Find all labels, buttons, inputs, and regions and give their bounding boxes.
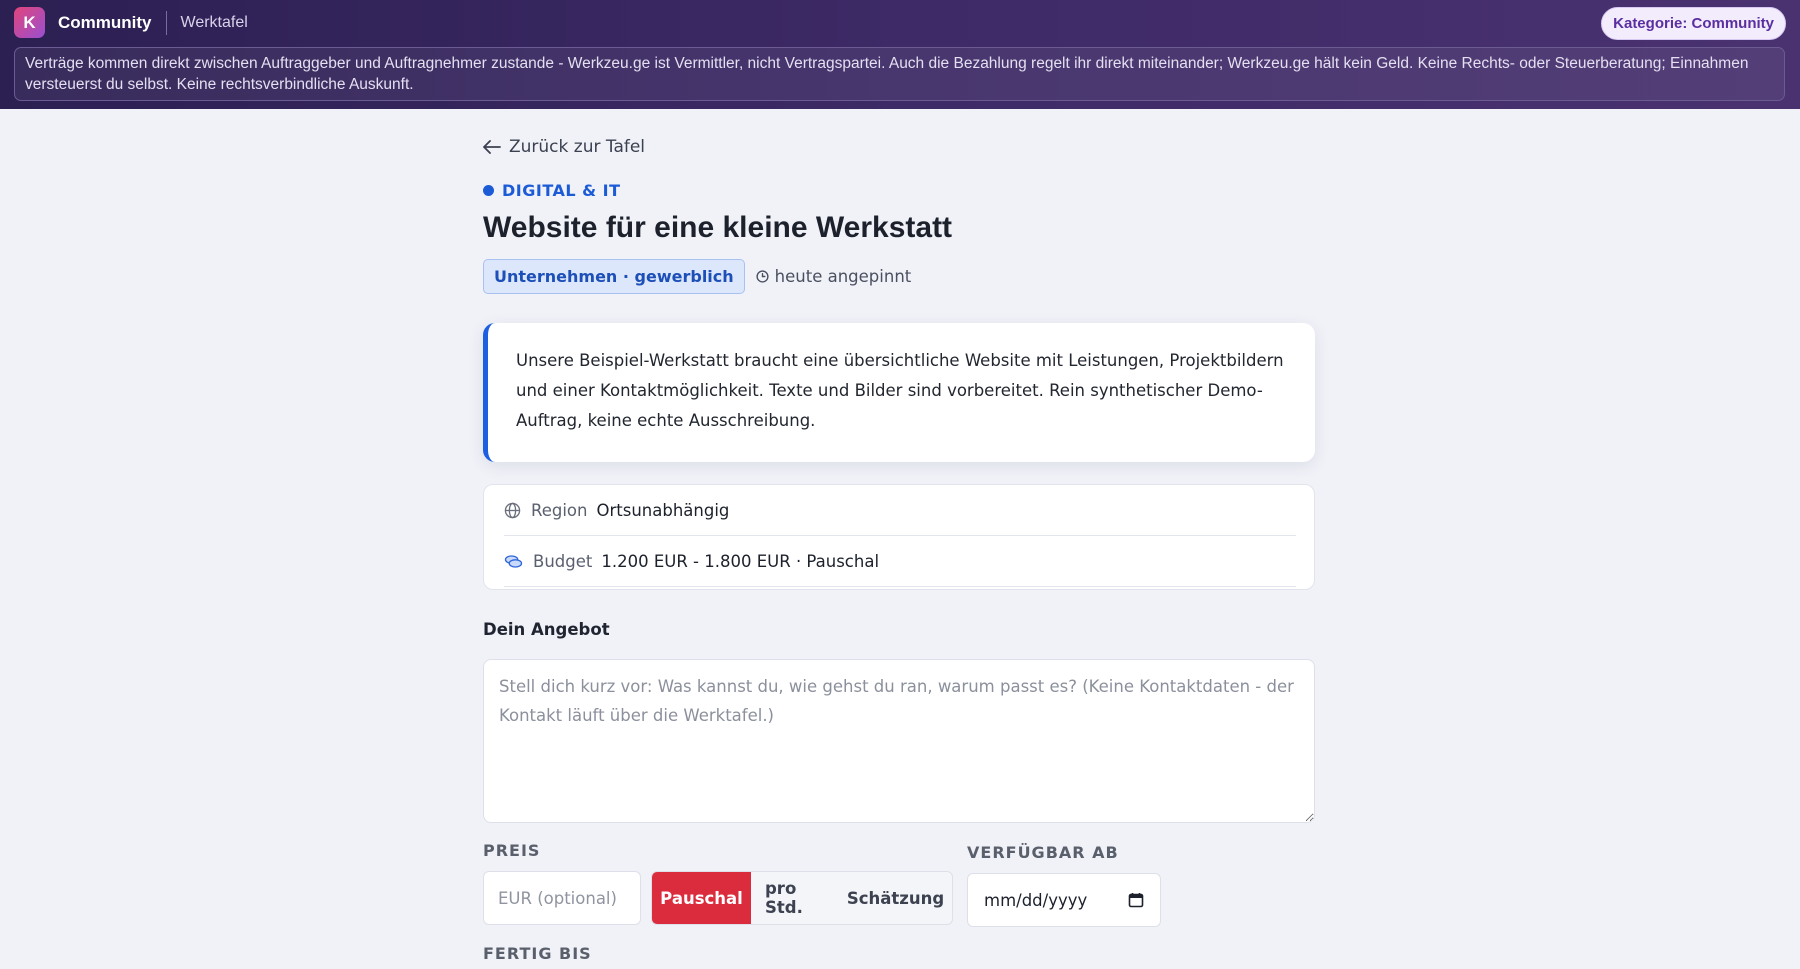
offer-label: Dein Angebot [483, 620, 610, 639]
back-link-label: Zurück zur Tafel [509, 137, 646, 157]
price-mode-estimate[interactable]: Schätzung [839, 872, 952, 924]
price-mode-hourly[interactable]: pro Std. [751, 872, 839, 924]
job-info-card: Region Ortsunabhängig Budget 1.200 EUR -… [483, 484, 1315, 590]
price-mode-flat[interactable]: Pauschal [652, 872, 751, 924]
region-value: Ortsunabhängig [596, 500, 730, 520]
back-link[interactable]: Zurück zur Tafel [483, 137, 645, 157]
region-row: Region Ortsunabhängig [504, 485, 1296, 536]
region-label: Region [531, 500, 588, 520]
top-bar-row: K Community Werktafel [0, 0, 1800, 45]
client-type-tag: Unternehmen · gewerblich [483, 259, 745, 294]
coins-icon [504, 554, 523, 568]
job-category-label: DIGITAL & IT [502, 181, 621, 200]
offer-textarea[interactable] [483, 659, 1315, 823]
globe-icon [504, 502, 521, 518]
budget-value: 1.200 EUR - 1.800 EUR · Pauschal [601, 551, 880, 571]
date-placeholder: mm/dd/yyyy [984, 890, 1088, 910]
app-logo[interactable]: K [14, 7, 45, 38]
budget-label: Budget [533, 551, 593, 571]
job-category: DIGITAL & IT [483, 181, 621, 200]
arrow-left-icon [483, 140, 501, 154]
job-meta: Unternehmen · gewerblich heute angepinnt [483, 259, 911, 294]
price-label: PREIS [483, 841, 541, 860]
done-by-label: FERTIG BIS [483, 944, 592, 963]
brand-name[interactable]: Community [58, 13, 152, 33]
pinned-label: heute angepinnt [774, 267, 912, 286]
calendar-icon[interactable] [1128, 892, 1144, 908]
price-input[interactable] [483, 871, 641, 925]
category-dot-icon [483, 185, 494, 196]
divider [165, 10, 167, 35]
budget-row: Budget 1.200 EUR - 1.800 EUR · Pauschal [504, 536, 1296, 587]
category-badge[interactable]: Kategorie: Community [1601, 7, 1786, 40]
disclaimer-banner: Verträge kommen direkt zwischen Auftragg… [14, 47, 1785, 101]
price-mode-toggle: Pauschal pro Std. Schätzung [651, 871, 953, 925]
top-bar: K Community Werktafel Kategorie: Communi… [0, 0, 1800, 109]
job-description: Unsere Beispiel-Werkstatt braucht eine ü… [483, 323, 1315, 462]
available-from-label: VERFÜGBAR AB [967, 843, 1119, 862]
clock-icon [756, 270, 769, 283]
available-from-date-input[interactable]: mm/dd/yyyy [967, 873, 1161, 927]
section-name[interactable]: Werktafel [181, 14, 248, 32]
pinned-info: heute angepinnt [756, 267, 912, 286]
page-title: Website für eine kleine Werkstatt [483, 211, 953, 244]
